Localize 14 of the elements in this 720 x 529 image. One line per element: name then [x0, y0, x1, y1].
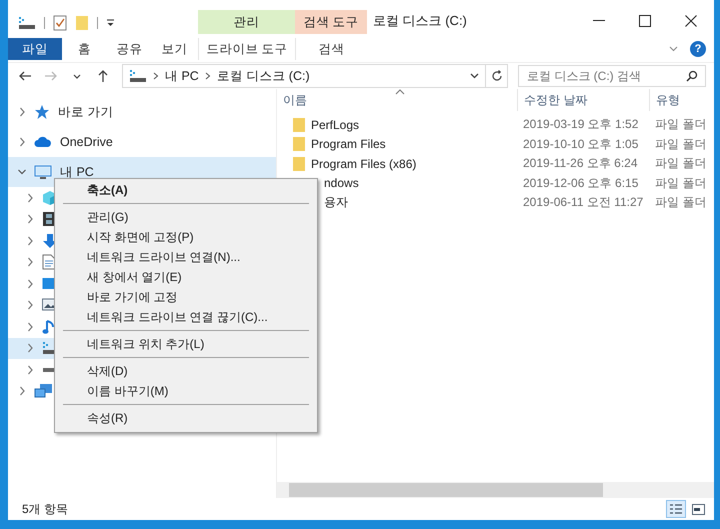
item-count: 5개 항목 [22, 500, 70, 518]
window-title: 로컬 디스크 (C:) [373, 12, 468, 30]
tool-group-header: 검색 도구 [295, 10, 367, 34]
file-type: 파일 폴더 [654, 116, 708, 134]
modified-date: 2019-03-19 오후 1:52 [522, 116, 640, 134]
modified-date: 2019-11-26 오후 6:24 [522, 155, 639, 172]
file-type: 파일 폴더 [654, 136, 708, 153]
modified-date: 2019-06-11 오전 11:27 [522, 194, 644, 212]
file-type: 파일 폴더 [654, 174, 708, 192]
modified-date: 2019-10-10 오후 1:05 [522, 136, 640, 153]
file-type: 파일 폴더 [654, 194, 708, 212]
tool-group-header: 관리 [198, 10, 295, 34]
file-type: 파일 폴더 [654, 155, 708, 172]
modified-date: 2019-12-06 오후 6:15 [522, 174, 640, 192]
